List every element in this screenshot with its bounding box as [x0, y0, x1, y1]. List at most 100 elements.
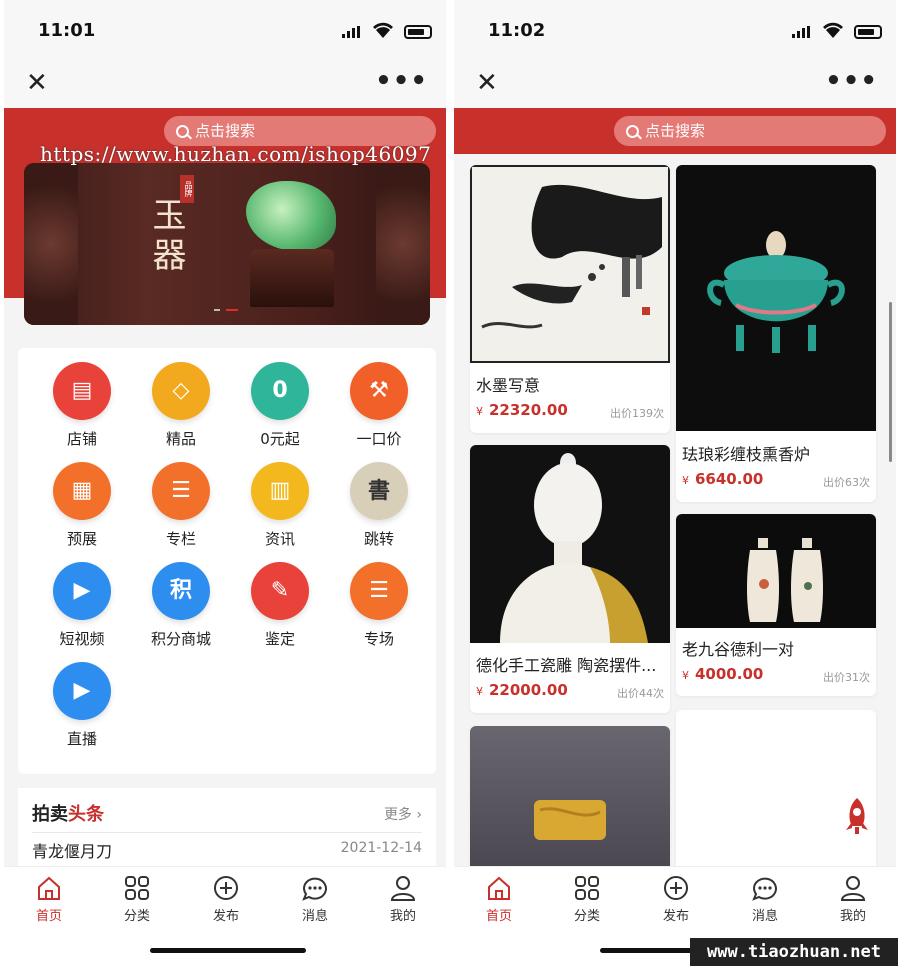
banner-pagination[interactable] [214, 296, 244, 315]
ink-painting-artwork [481, 184, 662, 329]
tab-label: 消息 [751, 909, 778, 924]
search-icon [176, 125, 189, 138]
feature-label: 积分商城 [150, 630, 211, 648]
battery-icon [854, 25, 882, 39]
bid-count: 出价31次 [823, 671, 870, 684]
status-time: 11:02 [488, 20, 546, 41]
feature-certificate[interactable]: ✎ 鉴定 [230, 562, 330, 649]
feature-label: 鉴定 [264, 630, 295, 648]
search-placeholder: 点击搜索 [195, 122, 256, 140]
scrollbar[interactable] [889, 302, 892, 462]
mini-program-navbar: ✕ ••• [4, 62, 446, 108]
more-icon[interactable]: ••• [825, 66, 878, 96]
tab-bar: 首页 分类 发布 消息 我的 [4, 866, 446, 969]
feature-video-camera[interactable]: ▶ 短视频 [32, 562, 132, 649]
feature-live-camera[interactable]: ▶ 直播 [32, 662, 132, 749]
feature-news[interactable]: ▥ 资讯 [230, 462, 330, 549]
headlines-title: 拍卖头条 [32, 804, 104, 825]
home-icon [34, 873, 64, 903]
signal-icon [342, 26, 360, 38]
product-card-loading[interactable] [676, 710, 876, 876]
feature-label: 直播 [66, 730, 97, 748]
bid-count: 出价63次 [823, 476, 870, 489]
tab-label: 发布 [212, 909, 239, 924]
feature-chart-board[interactable]: ▦ 预展 [32, 462, 132, 549]
more-icon[interactable]: ••• [375, 66, 428, 96]
tab-plus-circle[interactable]: 发布 [191, 873, 261, 924]
feature-label: 0元起 [260, 430, 300, 448]
product-price: ¥22000.00 [476, 681, 568, 699]
diamond-icon: ◇ [152, 362, 210, 420]
special-icon: ☰ [350, 562, 408, 620]
category-screen: 11:02 ✕ ••• 点击搜索 水墨写意 ¥22320.00 出价139次 珐… [454, 0, 896, 969]
jade-carving-image [246, 181, 336, 251]
banner-tag: 品牌 [180, 175, 194, 203]
gold-ornament-image [470, 726, 670, 876]
close-icon[interactable]: ✕ [26, 68, 48, 98]
headline-item[interactable]: 青龙偃月刀 [32, 838, 112, 862]
tab-chat[interactable]: 消息 [730, 873, 800, 924]
grid-icon [122, 873, 152, 903]
vase-pair-image [676, 514, 876, 628]
status-time: 11:01 [38, 20, 96, 41]
person-icon [838, 873, 868, 903]
ornament-right [376, 163, 430, 325]
feature-label: 一口价 [356, 430, 402, 448]
tab-label: 首页 [485, 909, 512, 924]
product-card[interactable]: 德化手工瓷雕 陶瓷摆件... ¥22000.00 出价44次 [470, 445, 670, 713]
store-icon: ▤ [53, 362, 111, 420]
bid-count: 出价139次 [610, 407, 664, 420]
tab-label: 我的 [839, 909, 866, 924]
home-icon [484, 873, 514, 903]
product-card[interactable]: 水墨写意 ¥22320.00 出价139次 [470, 165, 670, 433]
calligraphy-thumbnail: 書 [350, 462, 408, 520]
tab-person[interactable]: 我的 [818, 873, 888, 924]
incense-burner-artwork [707, 231, 845, 353]
tab-home[interactable]: 首页 [464, 873, 534, 924]
certificate-icon: ✎ [251, 562, 309, 620]
person-icon [388, 873, 418, 903]
tab-grid[interactable]: 分类 [102, 873, 172, 924]
product-card[interactable]: 珐琅彩缠枝熏香炉 ¥6640.00 出价63次 [676, 165, 876, 502]
wifi-icon [823, 22, 843, 38]
feature-store[interactable]: ▤ 店铺 [32, 362, 132, 449]
document-icon: ☰ [152, 462, 210, 520]
feature-points[interactable]: 积积分商城 [131, 562, 231, 649]
product-card[interactable]: 老九谷德利一对 ¥4000.00 出价31次 [676, 514, 876, 696]
feature-label: 专场 [363, 630, 394, 648]
close-icon[interactable]: ✕ [476, 68, 498, 98]
feature-label: 资讯 [264, 530, 295, 548]
feature-special[interactable]: ☰ 专场 [329, 562, 429, 649]
feature-calligraphy[interactable]: 書跳转 [329, 462, 429, 549]
tab-chat[interactable]: 消息 [280, 873, 350, 924]
back-to-top-rocket-icon[interactable] [842, 796, 872, 836]
incense-burner-image [676, 165, 876, 431]
bid-count: 出价44次 [617, 687, 664, 700]
feature-label: 精品 [165, 430, 196, 448]
feature-label: 跳转 [363, 530, 394, 548]
home-indicator [150, 948, 306, 953]
search-bar[interactable]: 点击搜索 [614, 116, 886, 146]
feature-grid: ▤ 店铺 ◇ 精品 0 0元起 ⚒ 一口价 ▦ 预展 ☰ 专栏 ▥ 资讯 書跳转 ▶ 短视频 积积分商城 ✎ 鉴定 ☰ 专… [18, 348, 436, 774]
feature-gavel[interactable]: ⚒ 一口价 [329, 362, 429, 449]
feature-label: 店铺 [66, 430, 97, 448]
feature-diamond[interactable]: ◇ 精品 [131, 362, 231, 449]
tab-person[interactable]: 我的 [368, 873, 438, 924]
promo-banner[interactable]: 玉器 品牌 [24, 163, 430, 325]
divider [32, 832, 422, 833]
url-watermark: https://www.huzhan.com/ishop46097 [40, 142, 432, 166]
more-link[interactable]: 更多 › [384, 804, 422, 824]
product-card[interactable] [470, 726, 670, 876]
tab-plus-circle[interactable]: 发布 [641, 873, 711, 924]
product-name: 德化手工瓷雕 陶瓷摆件... [476, 656, 657, 675]
mini-program-navbar: ✕ ••• [454, 62, 896, 108]
tab-home[interactable]: 首页 [14, 873, 84, 924]
tab-label: 分类 [573, 909, 600, 924]
zero-badge-icon: 0 [251, 362, 309, 420]
status-bar: 11:02 [454, 0, 896, 62]
feature-label: 短视频 [59, 630, 105, 648]
tab-grid[interactable]: 分类 [552, 873, 622, 924]
feature-document[interactable]: ☰ 专栏 [131, 462, 231, 549]
buddha-statue-image [470, 445, 670, 643]
feature-zero-badge[interactable]: 0 0元起 [230, 362, 330, 449]
